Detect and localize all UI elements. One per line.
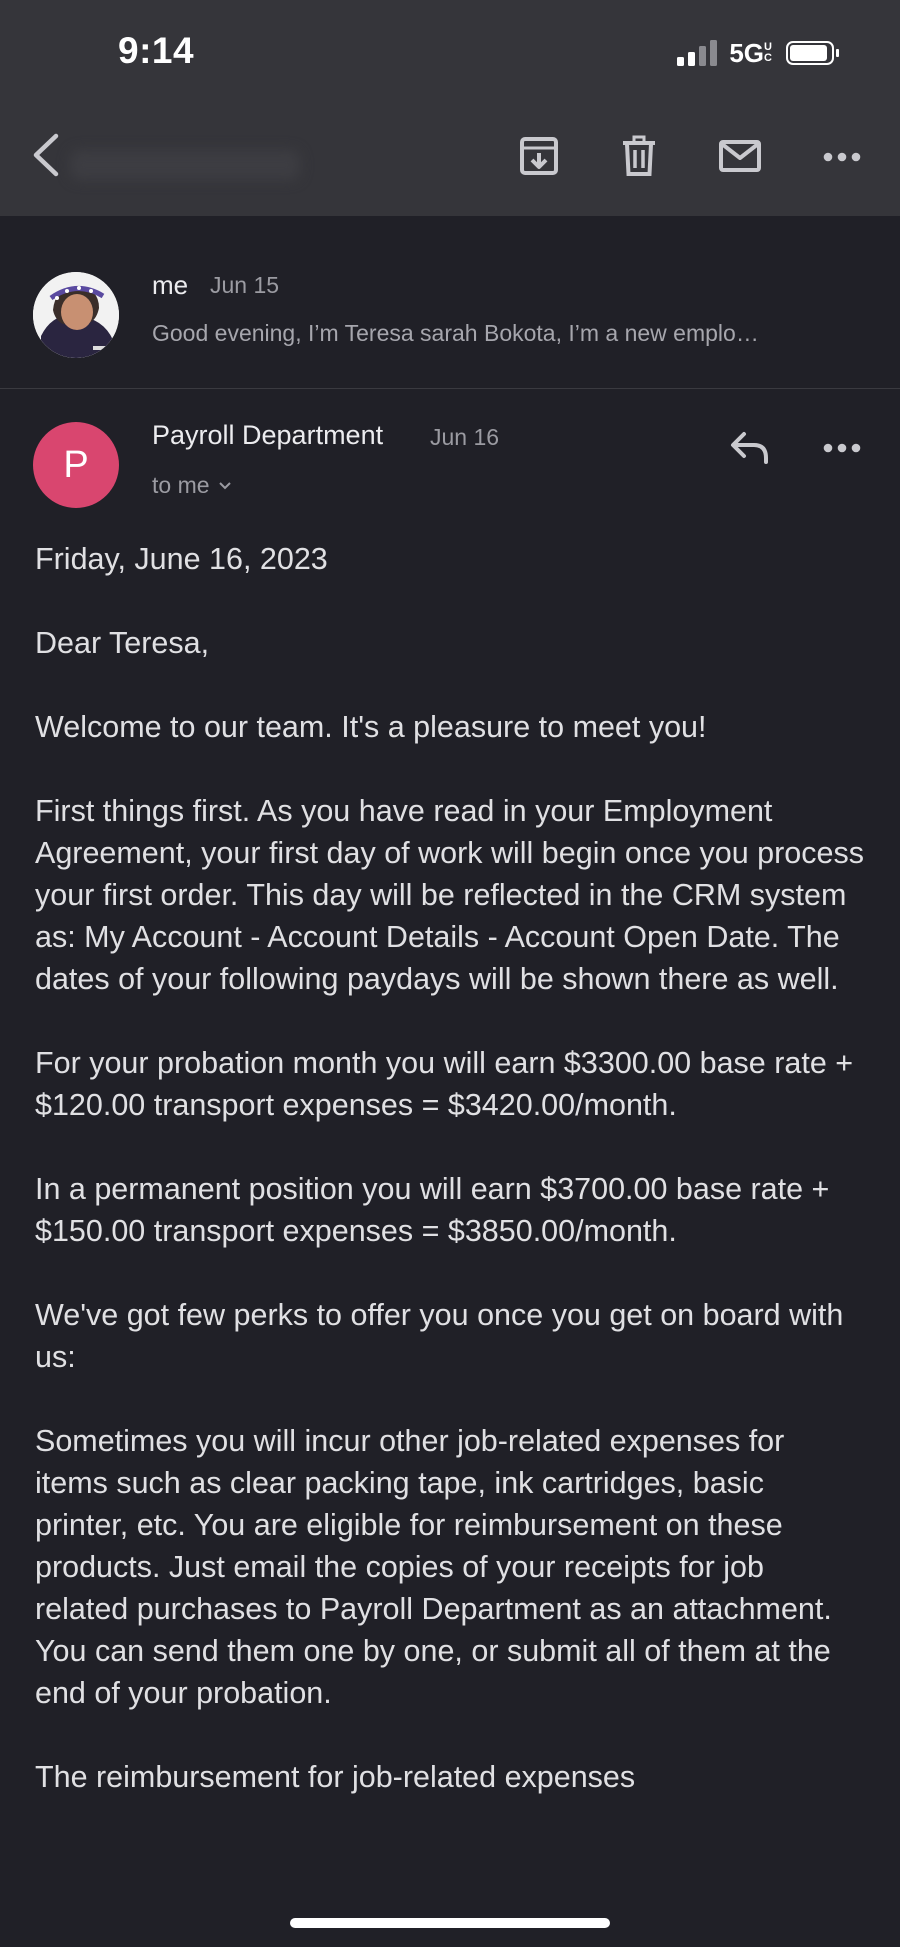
network-type: 5G xyxy=(729,37,764,68)
sender-name: Payroll Department xyxy=(152,420,384,450)
chevron-down-icon xyxy=(218,481,231,489)
avatar xyxy=(33,272,119,358)
status-time: 9:14 xyxy=(118,30,195,71)
message-body: Friday, June 16, 2023 Dear Teresa, Welco… xyxy=(35,538,865,1840)
recipient-label: to me xyxy=(152,472,210,498)
body-paragraph: We've got few perks to offer you once yo… xyxy=(35,1298,844,1374)
message-date: Jun 16 xyxy=(430,424,500,450)
redacted-folder-label xyxy=(70,150,300,180)
message-divider xyxy=(0,388,900,389)
collapsed-sender: me xyxy=(152,270,189,300)
status-indicators: 5G UC xyxy=(677,37,839,68)
collapsed-date: Jun 15 xyxy=(210,272,280,298)
network-suffix: UC xyxy=(764,41,772,64)
home-indicator[interactable] xyxy=(290,1918,610,1928)
chevron-left-icon[interactable] xyxy=(26,132,66,178)
mail-icon[interactable] xyxy=(716,132,764,180)
battery-icon xyxy=(786,41,839,65)
body-paragraph: Sometimes you will incur other job-relat… xyxy=(35,1424,832,1710)
message-more-icon[interactable] xyxy=(818,424,866,472)
body-greeting: Dear Teresa, xyxy=(35,626,210,660)
body-date-line: Friday, June 16, 2023 xyxy=(35,542,328,576)
body-paragraph: Welcome to our team. It's a pleasure to … xyxy=(35,710,707,744)
sender-avatar: P xyxy=(33,422,119,508)
body-paragraph: First things first. As you have read in … xyxy=(35,794,864,996)
cellular-signal-icon xyxy=(677,40,718,66)
more-horizontal-icon[interactable] xyxy=(818,132,866,180)
body-paragraph: The reimbursement for job-related expens… xyxy=(35,1760,636,1794)
archive-icon[interactable] xyxy=(515,132,563,180)
recipient-details-toggle[interactable]: to me xyxy=(152,472,232,499)
collapsed-snippet: Good evening, I’m Teresa sarah Bokota, I… xyxy=(152,320,759,346)
reply-icon[interactable] xyxy=(728,428,772,468)
trash-icon[interactable] xyxy=(615,132,663,180)
body-paragraph: In a permanent position you will earn $3… xyxy=(35,1172,830,1248)
body-paragraph: For your probation month you will earn $… xyxy=(35,1046,854,1122)
top-bar: 9:14 5G UC xyxy=(0,0,900,216)
